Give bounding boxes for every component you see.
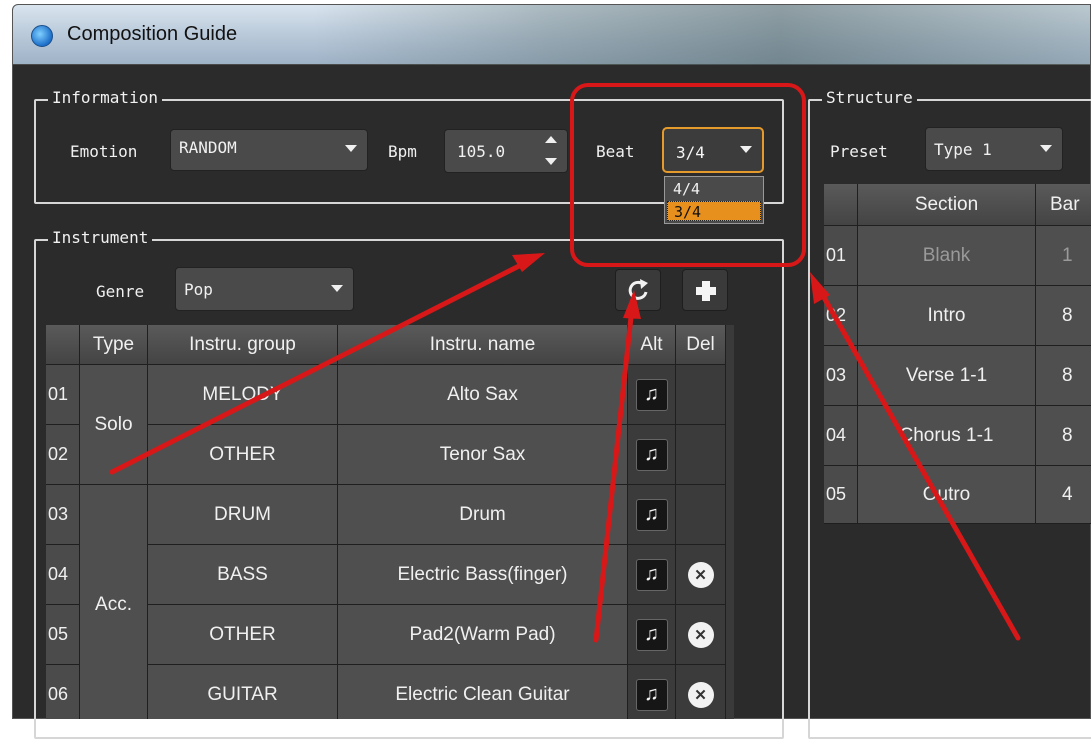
del-cell: ✕ (676, 545, 726, 605)
title-bar[interactable]: Composition Guide (13, 5, 1090, 65)
alt-cell: ♫ (628, 605, 676, 665)
table-corner (824, 184, 858, 226)
bars-cell[interactable]: 8 (1036, 286, 1091, 346)
refresh-icon (628, 279, 648, 300)
music-note-icon[interactable]: ♫ (635, 498, 668, 531)
row-number[interactable]: 03 (46, 485, 80, 545)
preset-value: Type 1 (934, 140, 992, 159)
column-header-del[interactable]: Del (676, 325, 726, 365)
section-cell[interactable]: Outro (858, 466, 1036, 524)
close-circle-icon[interactable]: ✕ (687, 681, 714, 708)
music-note-icon[interactable]: ♫ (635, 438, 668, 471)
instru-group-cell[interactable]: DRUM (148, 485, 338, 545)
genre-select[interactable]: Pop (175, 267, 354, 311)
section-cell[interactable]: Verse 1-1 (858, 346, 1036, 406)
music-note-icon[interactable]: ♫ (635, 678, 668, 711)
bpm-spinbox[interactable]: 105.0 (444, 129, 568, 173)
instru-name-cell[interactable]: Drum (338, 485, 628, 545)
instru-name-cell[interactable]: Alto Sax (338, 365, 628, 425)
del-cell (676, 485, 726, 545)
column-header-instru-group[interactable]: Instru. group (148, 325, 338, 365)
structure-table: Section Bar 01 Blank 1 02 Intro 8 03 Ver… (824, 184, 1091, 524)
bpm-value: 105.0 (457, 142, 506, 161)
structure-group-title: Structure (822, 88, 917, 107)
del-cell: ✕ (676, 605, 726, 665)
instru-name-cell[interactable]: Electric Clean Guitar (338, 665, 628, 719)
row-number[interactable]: 02 (46, 425, 80, 485)
instru-name-cell[interactable]: Tenor Sax (338, 425, 628, 485)
column-header-type[interactable]: Type (80, 325, 148, 365)
alt-cell: ♫ (628, 425, 676, 485)
spin-down-icon[interactable] (545, 158, 557, 165)
alt-cell: ♫ (628, 365, 676, 425)
bars-cell[interactable]: 1 (1036, 226, 1091, 286)
instru-group-cell[interactable]: OTHER (148, 425, 338, 485)
row-number[interactable]: 02 (824, 286, 858, 346)
genre-value: Pop (184, 280, 213, 299)
spin-up-icon[interactable] (545, 136, 557, 143)
emotion-value: RANDOM (179, 138, 237, 157)
emotion-select[interactable]: RANDOM (170, 129, 368, 171)
del-cell (676, 425, 726, 485)
alt-cell: ♫ (628, 545, 676, 605)
music-note-icon[interactable]: ♫ (635, 558, 668, 591)
type-cell-solo[interactable]: Solo (80, 365, 148, 485)
preset-label: Preset (830, 142, 888, 161)
section-cell[interactable]: Blank (858, 226, 1036, 286)
del-cell (676, 365, 726, 425)
close-circle-icon[interactable]: ✕ (687, 561, 714, 588)
add-instrument-button[interactable] (682, 269, 728, 311)
close-circle-icon[interactable]: ✕ (687, 621, 714, 648)
row-number[interactable]: 04 (824, 406, 858, 466)
music-note-icon[interactable]: ♫ (635, 378, 668, 411)
instru-name-cell[interactable]: Pad2(Warm Pad) (338, 605, 628, 665)
music-note-icon[interactable]: ♫ (635, 618, 668, 651)
column-header-alt[interactable]: Alt (628, 325, 676, 365)
plus-icon (696, 281, 716, 301)
instrument-group-title: Instrument (48, 228, 153, 247)
chevron-down-icon (331, 285, 343, 292)
row-number[interactable]: 03 (824, 346, 858, 406)
emotion-label: Emotion (70, 142, 138, 161)
annotation-highlight-box (570, 83, 806, 267)
alt-cell: ♫ (628, 485, 676, 545)
instru-group-cell[interactable]: BASS (148, 545, 338, 605)
row-number[interactable]: 01 (824, 226, 858, 286)
bars-cell[interactable]: 8 (1036, 346, 1091, 406)
bpm-label: Bpm (388, 142, 417, 161)
section-cell[interactable]: Chorus 1-1 (858, 406, 1036, 466)
bars-cell[interactable]: 8 (1036, 406, 1091, 466)
instru-group-cell[interactable]: MELODY (148, 365, 338, 425)
bars-cell[interactable]: 4 (1036, 466, 1091, 524)
row-number[interactable]: 01 (46, 365, 80, 425)
type-cell-acc[interactable]: Acc. (80, 485, 148, 719)
alt-cell: ♫ (628, 665, 676, 719)
instru-name-cell[interactable]: Electric Bass(finger) (338, 545, 628, 605)
column-header-instru-name[interactable]: Instru. name (338, 325, 628, 365)
row-number[interactable]: 06 (46, 665, 80, 719)
row-number[interactable]: 05 (824, 466, 858, 524)
column-header-bars[interactable]: Bar (1036, 184, 1091, 226)
row-number[interactable]: 05 (46, 605, 80, 665)
del-cell: ✕ (676, 665, 726, 719)
app-logo-icon (31, 25, 53, 47)
chevron-down-icon (345, 145, 357, 152)
table-corner (46, 325, 80, 365)
column-header-section[interactable]: Section (858, 184, 1036, 226)
instru-group-cell[interactable]: OTHER (148, 605, 338, 665)
window-title: Composition Guide (67, 23, 238, 45)
instru-group-cell[interactable]: GUITAR (148, 665, 338, 719)
refresh-button[interactable] (615, 269, 661, 311)
row-number[interactable]: 04 (46, 545, 80, 605)
information-group-title: Information (48, 88, 162, 107)
section-cell[interactable]: Intro (858, 286, 1036, 346)
genre-label: Genre (96, 282, 145, 301)
chevron-down-icon (1040, 145, 1052, 152)
preset-select[interactable]: Type 1 (925, 127, 1063, 171)
instrument-table: Type Instru. group Instru. name Alt Del … (46, 325, 734, 719)
